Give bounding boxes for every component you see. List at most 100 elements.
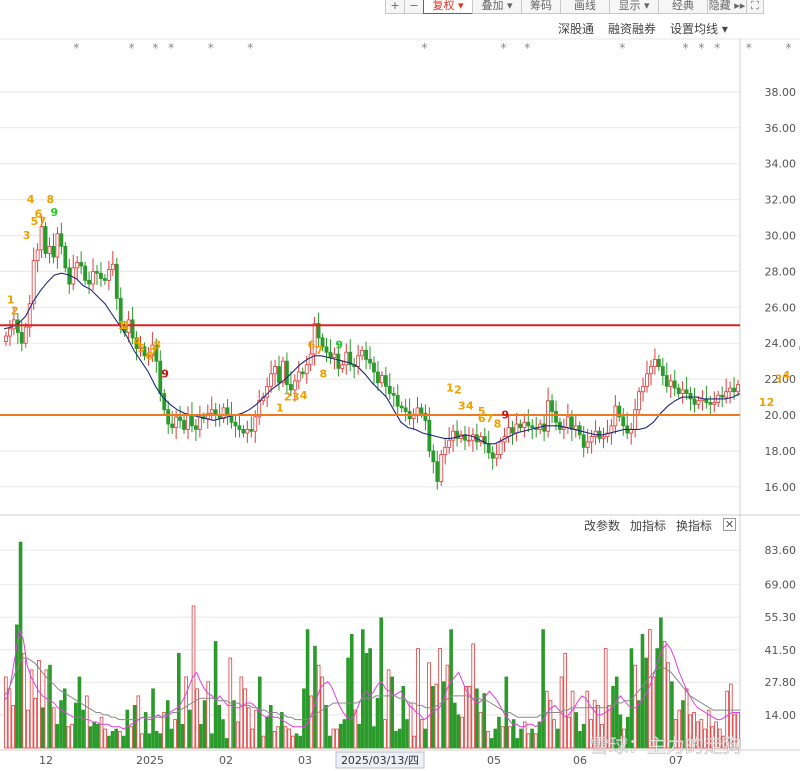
sequence-label: 4	[466, 400, 474, 413]
volume-bar	[291, 735, 295, 749]
sequence-label: 8	[47, 193, 55, 206]
volume-bar	[408, 702, 413, 749]
volume-bar	[552, 719, 556, 749]
candle-body	[194, 425, 198, 430]
price-tick-label: 16.00	[765, 481, 797, 494]
sequence-label: 7	[316, 344, 324, 357]
candle-body	[336, 353, 341, 369]
volume-bar	[235, 721, 240, 749]
candle-body	[308, 353, 313, 366]
volume-bar	[556, 728, 560, 749]
volume-tick-label: 27.80	[765, 676, 797, 689]
volume-bar	[158, 733, 163, 749]
volume-bar	[177, 652, 181, 749]
event-marker: *	[746, 41, 752, 55]
volume-bar	[173, 719, 177, 749]
volume-bar	[59, 700, 63, 749]
candle-body	[399, 405, 404, 409]
candle-body	[4, 335, 8, 342]
candle-body	[110, 263, 115, 271]
candle-body	[292, 380, 297, 391]
candle-body	[47, 245, 52, 254]
candle-body	[376, 371, 380, 384]
candle-body	[106, 269, 111, 281]
candle-body	[498, 441, 503, 455]
candle-body	[494, 454, 499, 459]
candle-body	[467, 439, 471, 442]
event-marker: *	[698, 41, 704, 55]
candle-body	[510, 427, 515, 434]
candle-body	[241, 429, 246, 434]
candle-body	[288, 384, 293, 391]
candle-body	[664, 375, 669, 387]
candle-body	[340, 364, 345, 369]
candle-body	[439, 454, 444, 482]
volume-bar	[482, 693, 487, 749]
volume-bar	[107, 735, 111, 749]
volume-bar	[423, 728, 428, 749]
candle-body	[379, 375, 384, 384]
volume-bar	[357, 723, 361, 749]
candle-body	[732, 387, 736, 393]
volume-bar	[26, 709, 30, 749]
candle-body	[565, 416, 570, 429]
price-ma-line	[3, 272, 741, 445]
sequence-label: 1	[759, 396, 767, 409]
candle-body	[542, 423, 547, 432]
candle-body	[708, 402, 713, 405]
volume-bar	[147, 733, 152, 749]
candle-body	[427, 420, 432, 452]
candle-body	[368, 359, 372, 364]
volume-bar	[302, 688, 306, 749]
volume-bar	[154, 731, 159, 749]
candle-body	[324, 346, 329, 353]
candle-body	[364, 350, 368, 360]
sequence-label: 9	[161, 367, 169, 380]
candle-body	[447, 439, 452, 448]
candle-body	[641, 385, 645, 393]
price-tick-label: 26.00	[765, 301, 797, 314]
event-marker: *	[524, 41, 530, 55]
candle-body	[684, 389, 689, 394]
date-axis-label: 03	[298, 754, 312, 767]
stock-chart[interactable]: 38.00 36.00 34.00 32.00 30.00 28.00 26.00 24.00…	[0, 0, 800, 771]
candle-body	[688, 393, 693, 400]
sequence-label: 8	[320, 367, 328, 380]
event-marker: *	[247, 41, 253, 55]
volume-bar	[99, 716, 104, 749]
sequence-label: 1	[276, 401, 284, 414]
volume-bar	[515, 738, 520, 749]
candle-body	[419, 407, 424, 414]
event-marker: *	[152, 41, 158, 55]
volume-bar	[4, 676, 8, 749]
price-tick-label: 28.00	[765, 265, 797, 278]
volume-bar	[349, 634, 354, 749]
volume-bar	[662, 641, 667, 749]
candle-body	[87, 280, 91, 285]
volume-bar	[140, 733, 144, 749]
event-marker: *	[683, 41, 689, 55]
candle-body	[182, 420, 186, 430]
sequence-label: 8	[494, 418, 502, 431]
candle-body	[387, 385, 392, 394]
volume-bar	[445, 664, 450, 749]
volume-bar	[449, 629, 453, 749]
candle-body	[59, 233, 64, 247]
candle-body	[554, 411, 558, 423]
volume-bar	[405, 719, 409, 749]
candle-body	[55, 233, 60, 258]
candle-body	[668, 380, 673, 387]
candle-body	[296, 371, 301, 382]
volume-bar	[537, 721, 542, 749]
volume-bar	[44, 669, 49, 749]
candle-body	[99, 272, 103, 280]
volume-bar	[375, 697, 380, 749]
sequence-label: 2	[454, 384, 462, 397]
candle-body	[637, 391, 642, 411]
price-tick-label: 32.00	[765, 194, 797, 207]
volume-bar	[471, 643, 475, 749]
volume-bar	[246, 707, 251, 749]
candle-body	[696, 400, 701, 405]
volume-bar	[416, 648, 420, 749]
candle-body	[23, 326, 28, 344]
